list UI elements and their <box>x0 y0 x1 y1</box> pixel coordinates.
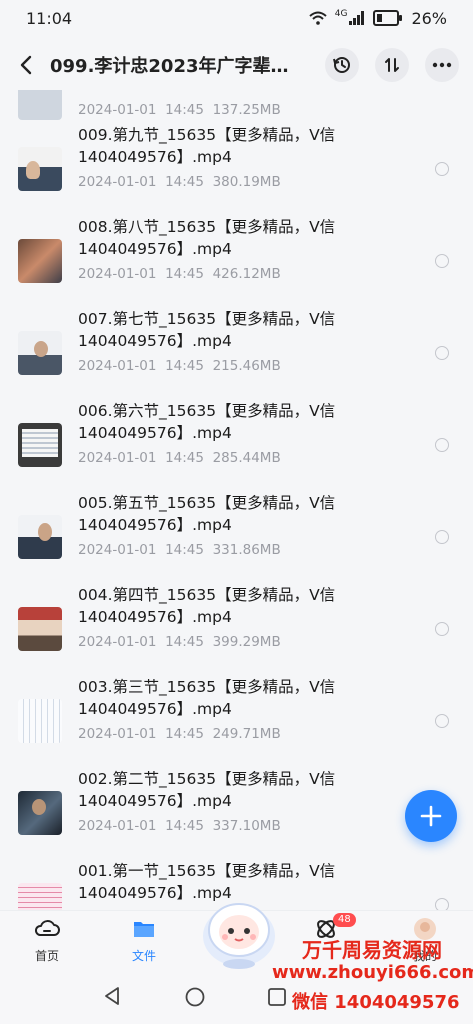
watermark-line-1: 万千周易资源网 <box>302 938 442 962</box>
nav-home-label: 首页 <box>34 949 59 963</box>
file-name: 003.第三节_15635【更多精品，V信 1404049576】.mp4 <box>78 678 336 718</box>
list-item[interactable]: 009.第九节_15635【更多精品，V信 1404049576】.mp4 20… <box>0 124 473 216</box>
select-radio[interactable] <box>435 254 449 268</box>
nav-home[interactable]: 首页 <box>12 917 82 964</box>
video-thumbnail <box>18 607 62 651</box>
watermark-line-2: www.zhouyi666.com <box>272 962 473 983</box>
list-item[interactable]: 007.第七节_15635【更多精品，V信 1404049576】.mp4 20… <box>0 308 473 400</box>
sort-button[interactable] <box>375 48 409 82</box>
file-meta: 2024-01-01 14:45 426.12MB <box>78 266 281 282</box>
history-icon <box>333 57 350 73</box>
home-icon <box>34 920 60 936</box>
nav-files-label: 文件 <box>131 949 156 963</box>
video-thumbnail <box>18 147 62 191</box>
watermark-line-3: 微信 1404049576 <box>292 992 460 1013</box>
select-radio[interactable] <box>435 898 449 910</box>
header-actions <box>325 48 459 82</box>
status-indicators: 4G 26% <box>309 9 447 28</box>
select-radio[interactable] <box>435 438 449 452</box>
mascot-button[interactable] <box>197 886 281 970</box>
select-radio[interactable] <box>435 622 449 636</box>
wifi-icon <box>309 11 327 25</box>
list-item[interactable]: 002.第二节_15635【更多精品，V信 1404049576】.mp4 20… <box>0 768 473 860</box>
list-item[interactable]: 004.第四节_15635【更多精品，V信 1404049576】.mp4 20… <box>0 584 473 676</box>
file-name: 002.第二节_15635【更多精品，V信 1404049576】.mp4 <box>78 770 336 810</box>
select-radio[interactable] <box>435 346 449 360</box>
more-icon <box>432 62 452 68</box>
mascot-icon <box>203 903 275 969</box>
header: 099.李计忠2023年广字辈一… <box>0 40 473 90</box>
folder-icon <box>134 922 154 937</box>
file-name: 007.第七节_15635【更多精品，V信 1404049576】.mp4 <box>78 310 336 350</box>
list-item[interactable]: 003.第三节_15635【更多精品，V信 1404049576】.mp4 20… <box>0 676 473 768</box>
file-meta: 2024-01-01 14:45 249.71MB <box>78 726 281 742</box>
video-thumbnail <box>18 791 62 835</box>
add-icon <box>420 805 442 827</box>
file-list[interactable]: 2024-01-01 14:45 137.25MB 009.第九节_15635【… <box>0 90 473 910</box>
list-item[interactable]: 008.第八节_15635【更多精品，V信 1404049576】.mp4 20… <box>0 216 473 308</box>
recents-square-icon[interactable] <box>267 987 287 1007</box>
file-meta: 2024-01-01 14:45 380.19MB <box>78 174 281 190</box>
more-button[interactable] <box>425 48 459 82</box>
share-badge: 48 <box>333 913 356 927</box>
sort-icon <box>385 58 399 72</box>
back-triangle-icon[interactable] <box>102 986 122 1006</box>
file-name: 004.第四节_15635【更多精品，V信 1404049576】.mp4 <box>78 586 336 626</box>
file-meta: 2024-01-01 14:45 137.25MB <box>78 102 281 118</box>
file-meta: 2024-01-01 14:45 331.86MB <box>78 542 281 558</box>
file-name: 006.第六节_15635【更多精品，V信 1404049576】.mp4 <box>78 402 336 442</box>
video-thumbnail <box>18 423 62 467</box>
status-bar: 11:04 4G 26% <box>0 0 473 36</box>
video-thumbnail <box>18 515 62 559</box>
history-button[interactable] <box>325 48 359 82</box>
video-thumbnail <box>18 239 62 283</box>
file-name: 009.第九节_15635【更多精品，V信 1404049576】.mp4 <box>78 126 336 166</box>
status-time: 11:04 <box>26 8 73 28</box>
select-radio[interactable] <box>435 530 449 544</box>
file-meta: 2024-01-01 14:45 399.29MB <box>78 634 281 650</box>
file-name: 008.第八节_15635【更多精品，V信 1404049576】.mp4 <box>78 218 336 258</box>
file-meta: 2024-01-01 14:45 337.10MB <box>78 818 281 834</box>
nav-files[interactable]: 文件 <box>109 917 179 964</box>
back-icon[interactable] <box>14 53 38 77</box>
battery-percent: 26% <box>411 8 447 28</box>
signal-icon <box>349 11 365 25</box>
video-thumbnail <box>18 90 62 120</box>
select-radio[interactable] <box>435 714 449 728</box>
file-meta: 2024-01-01 14:45 285.44MB <box>78 450 281 466</box>
video-thumbnail <box>18 883 62 910</box>
add-button[interactable] <box>405 790 457 842</box>
battery-icon <box>373 10 403 26</box>
video-thumbnail <box>18 331 62 375</box>
page-title: 099.李计忠2023年广字辈一… <box>50 56 300 77</box>
list-item[interactable]: 006.第六节_15635【更多精品，V信 1404049576】.mp4 20… <box>0 400 473 492</box>
file-name: 005.第五节_15635【更多精品，V信 1404049576】.mp4 <box>78 494 336 534</box>
file-meta: 2024-01-01 14:45 215.46MB <box>78 358 281 374</box>
home-circle-icon[interactable] <box>184 986 206 1008</box>
list-item[interactable]: 005.第五节_15635【更多精品，V信 1404049576】.mp4 20… <box>0 492 473 584</box>
select-radio[interactable] <box>435 162 449 176</box>
network-type: 4G <box>334 9 348 19</box>
video-thumbnail <box>18 699 62 743</box>
